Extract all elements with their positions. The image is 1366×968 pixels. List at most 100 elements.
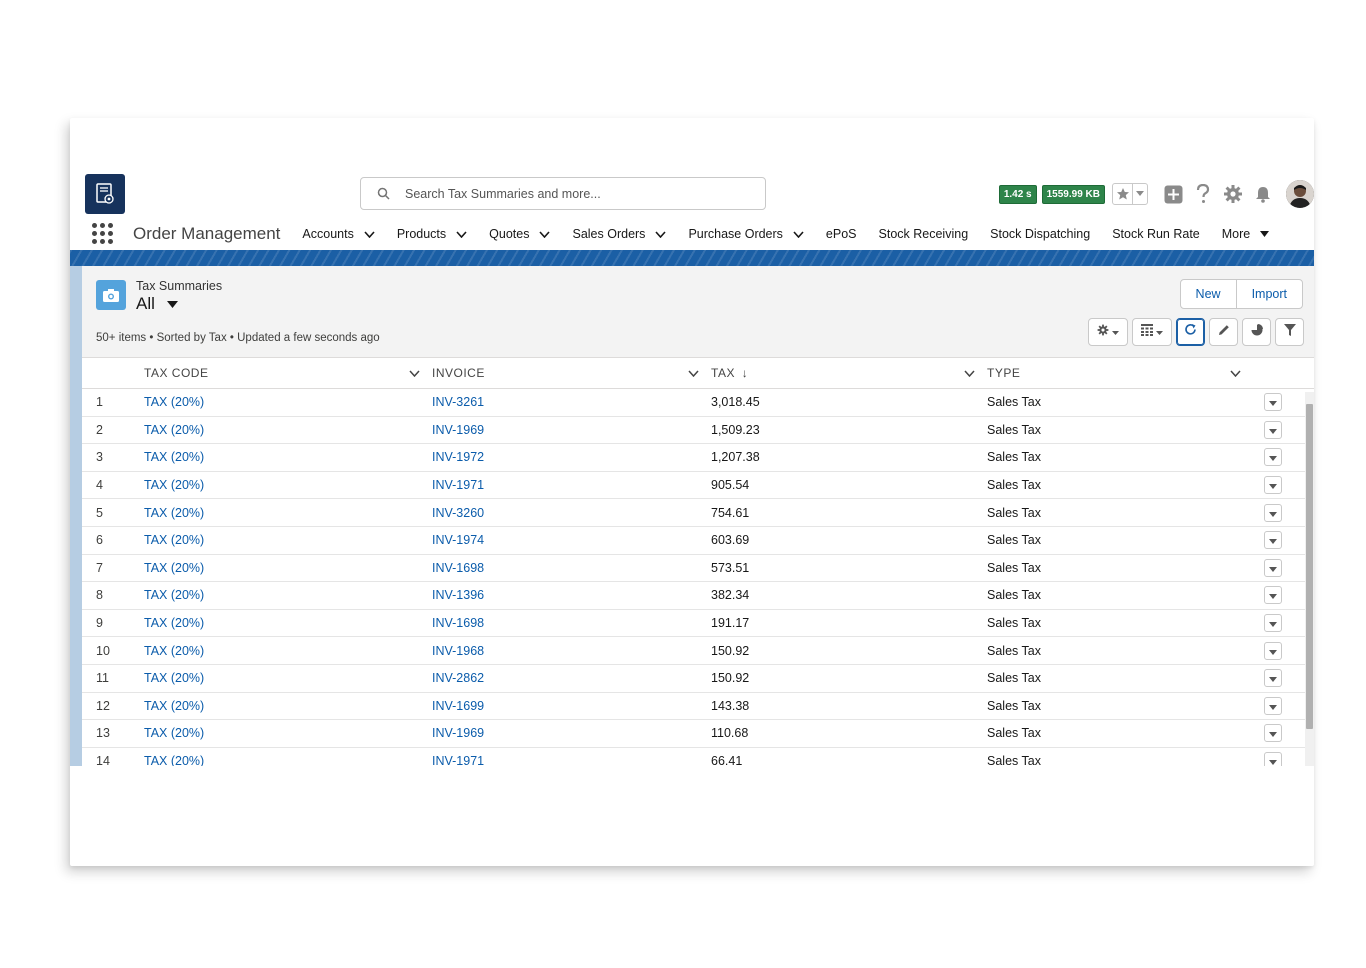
tax-code-link[interactable]: TAX (20%) bbox=[144, 644, 204, 658]
nav-item-purchase-orders[interactable]: Purchase Orders bbox=[688, 227, 804, 241]
row-actions-button[interactable] bbox=[1264, 614, 1282, 633]
tax-code-link[interactable]: TAX (20%) bbox=[144, 533, 204, 547]
row-actions-button[interactable] bbox=[1264, 558, 1282, 577]
table-scrollbar[interactable] bbox=[1305, 392, 1314, 766]
tax-code-link[interactable]: TAX (20%) bbox=[144, 754, 204, 766]
tax-code-link[interactable]: TAX (20%) bbox=[144, 395, 204, 409]
nav-item-stock-run-rate[interactable]: Stock Run Rate bbox=[1112, 227, 1200, 241]
list-view-selector[interactable]: All bbox=[136, 294, 178, 314]
row-actions-button[interactable] bbox=[1264, 420, 1282, 439]
nav-item-accounts[interactable]: Accounts bbox=[302, 227, 375, 241]
chevron-down-icon[interactable] bbox=[655, 230, 667, 238]
row-actions-button[interactable] bbox=[1264, 393, 1282, 412]
table-row[interactable]: 12 TAX (20%) INV-1699 143.38 Sales Tax bbox=[82, 693, 1314, 721]
nav-item-more[interactable]: More bbox=[1222, 227, 1270, 241]
favorites-button[interactable] bbox=[1112, 183, 1148, 205]
invoice-link[interactable]: INV-1699 bbox=[432, 699, 484, 713]
column-header-tax-code[interactable]: TAX CODE bbox=[144, 366, 432, 380]
row-actions-button[interactable] bbox=[1264, 586, 1282, 605]
invoice-link[interactable]: INV-1396 bbox=[432, 588, 484, 602]
tax-code-link[interactable]: TAX (20%) bbox=[144, 450, 204, 464]
table-row[interactable]: 2 TAX (20%) INV-1969 1,509.23 Sales Tax bbox=[82, 417, 1314, 445]
column-header-invoice[interactable]: INVOICE bbox=[432, 366, 711, 380]
tax-code-link[interactable]: TAX (20%) bbox=[144, 423, 204, 437]
chevron-down-icon[interactable] bbox=[539, 230, 551, 238]
filter-button[interactable] bbox=[1275, 318, 1304, 346]
invoice-link[interactable]: INV-1969 bbox=[432, 423, 484, 437]
table-row[interactable]: 14 TAX (20%) INV-1971 66.41 Sales Tax bbox=[82, 748, 1314, 766]
app-logo-icon[interactable] bbox=[85, 174, 125, 214]
list-settings-button[interactable] bbox=[1088, 318, 1128, 346]
nav-item-sales-orders[interactable]: Sales Orders bbox=[572, 227, 667, 241]
row-actions-button[interactable] bbox=[1264, 641, 1282, 660]
scrollbar-thumb[interactable] bbox=[1306, 404, 1313, 729]
tax-code-link[interactable]: TAX (20%) bbox=[144, 726, 204, 740]
charts-button[interactable] bbox=[1242, 318, 1271, 346]
row-actions-button[interactable] bbox=[1264, 696, 1282, 715]
invoice-link[interactable]: INV-1972 bbox=[432, 450, 484, 464]
row-actions-button[interactable] bbox=[1264, 531, 1282, 550]
invoice-link[interactable]: INV-1969 bbox=[432, 726, 484, 740]
bell-icon[interactable] bbox=[1248, 185, 1278, 203]
chevron-down-icon[interactable] bbox=[688, 366, 699, 380]
star-icon[interactable] bbox=[1113, 184, 1133, 204]
gear-icon[interactable] bbox=[1218, 184, 1248, 204]
app-launcher-icon[interactable] bbox=[92, 223, 114, 245]
avatar[interactable] bbox=[1286, 180, 1314, 208]
table-row[interactable]: 10 TAX (20%) INV-1968 150.92 Sales Tax bbox=[82, 637, 1314, 665]
table-row[interactable]: 9 TAX (20%) INV-1698 191.17 Sales Tax bbox=[82, 610, 1314, 638]
nav-item-epos[interactable]: ePoS bbox=[826, 227, 857, 241]
table-row[interactable]: 8 TAX (20%) INV-1396 382.34 Sales Tax bbox=[82, 582, 1314, 610]
invoice-link[interactable]: INV-1968 bbox=[432, 644, 484, 658]
row-actions-button[interactable] bbox=[1264, 503, 1282, 522]
help-icon[interactable] bbox=[1188, 184, 1218, 204]
table-row[interactable]: 13 TAX (20%) INV-1969 110.68 Sales Tax bbox=[82, 720, 1314, 748]
nav-item-stock-dispatching[interactable]: Stock Dispatching bbox=[990, 227, 1090, 241]
tax-code-link[interactable]: TAX (20%) bbox=[144, 699, 204, 713]
chevron-down-icon[interactable] bbox=[1230, 366, 1241, 380]
chevron-down-icon[interactable] bbox=[964, 366, 975, 380]
chevron-down-icon[interactable] bbox=[166, 300, 178, 308]
invoice-link[interactable]: INV-1971 bbox=[432, 754, 484, 766]
column-header-type[interactable]: TYPE bbox=[987, 366, 1253, 380]
row-actions-button[interactable] bbox=[1264, 669, 1282, 688]
table-row[interactable]: 7 TAX (20%) INV-1698 573.51 Sales Tax bbox=[82, 555, 1314, 583]
nav-item-stock-receiving[interactable]: Stock Receiving bbox=[879, 227, 969, 241]
table-row[interactable]: 4 TAX (20%) INV-1971 905.54 Sales Tax bbox=[82, 472, 1314, 500]
chevron-down-icon[interactable] bbox=[793, 230, 804, 238]
invoice-link[interactable]: INV-1971 bbox=[432, 478, 484, 492]
nav-item-products[interactable]: Products bbox=[397, 227, 467, 241]
tax-code-link[interactable]: TAX (20%) bbox=[144, 616, 204, 630]
display-as-button[interactable] bbox=[1132, 318, 1172, 346]
table-row[interactable]: 1 TAX (20%) INV-3261 3,018.45 Sales Tax bbox=[82, 389, 1314, 417]
chevron-down-icon[interactable] bbox=[456, 230, 467, 238]
chevron-down-icon[interactable] bbox=[364, 230, 375, 238]
chevron-down-icon[interactable] bbox=[1133, 184, 1147, 204]
refresh-button[interactable] bbox=[1176, 318, 1205, 346]
invoice-link[interactable]: INV-1974 bbox=[432, 533, 484, 547]
add-icon[interactable] bbox=[1158, 185, 1188, 204]
global-search-input[interactable]: Search Tax Summaries and more... bbox=[360, 177, 766, 210]
nav-item-quotes[interactable]: Quotes bbox=[489, 227, 551, 241]
tax-code-link[interactable]: TAX (20%) bbox=[144, 588, 204, 602]
table-row[interactable]: 11 TAX (20%) INV-2862 150.92 Sales Tax bbox=[82, 665, 1314, 693]
row-actions-button[interactable] bbox=[1264, 476, 1282, 495]
invoice-link[interactable]: INV-3260 bbox=[432, 506, 484, 520]
new-button[interactable]: New bbox=[1181, 280, 1236, 308]
invoice-link[interactable]: INV-1698 bbox=[432, 561, 484, 575]
tax-code-link[interactable]: TAX (20%) bbox=[144, 671, 204, 685]
table-row[interactable]: 3 TAX (20%) INV-1972 1,207.38 Sales Tax bbox=[82, 444, 1314, 472]
tax-code-link[interactable]: TAX (20%) bbox=[144, 561, 204, 575]
chevron-down-icon[interactable] bbox=[409, 366, 420, 380]
invoice-link[interactable]: INV-2862 bbox=[432, 671, 484, 685]
inline-edit-button[interactable] bbox=[1209, 318, 1238, 346]
invoice-link[interactable]: INV-1698 bbox=[432, 616, 484, 630]
table-row[interactable]: 5 TAX (20%) INV-3260 754.61 Sales Tax bbox=[82, 499, 1314, 527]
import-button[interactable]: Import bbox=[1235, 280, 1302, 308]
row-actions-button[interactable] bbox=[1264, 448, 1282, 467]
tax-code-link[interactable]: TAX (20%) bbox=[144, 506, 204, 520]
table-row[interactable]: 6 TAX (20%) INV-1974 603.69 Sales Tax bbox=[82, 527, 1314, 555]
column-header-tax[interactable]: TAX ↓ bbox=[711, 366, 987, 380]
row-actions-button[interactable] bbox=[1264, 752, 1282, 766]
row-actions-button[interactable] bbox=[1264, 724, 1282, 743]
